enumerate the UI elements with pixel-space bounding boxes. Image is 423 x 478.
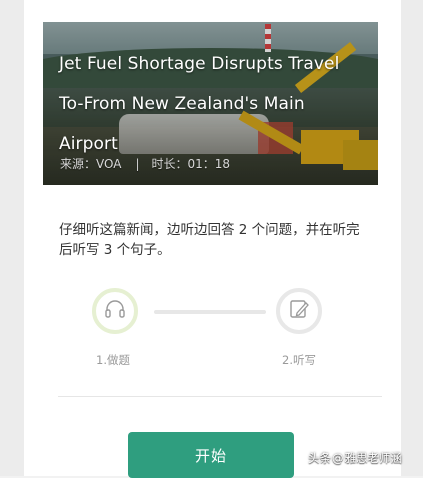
source-watermark: 头条 @ 雅思老师涵 [308, 450, 402, 466]
meta-separator: | [135, 157, 139, 171]
article-title: Jet Fuel Shortage Disrupts Travel To-Fro… [59, 44, 359, 164]
article-cover-image[interactable]: Jet Fuel Shortage Disrupts Travel To-Fro… [43, 22, 378, 185]
step-progress: 1.做题 2.听写 [92, 288, 332, 368]
right-background-strip [401, 0, 423, 476]
step-2-label: 2.听写 [282, 352, 316, 368]
watermark-handle: 雅思老师涵 [345, 450, 403, 466]
task-instruction: 仔细听这篇新闻，边听边回答 2 个问题，并在听完后听写 3 个句子。 [59, 220, 369, 260]
watermark-at: @ [332, 451, 344, 465]
lesson-card: Jet Fuel Shortage Disrupts Travel To-Fro… [24, 0, 401, 476]
step-1-label: 1.做题 [96, 352, 130, 368]
step-connector-line [154, 310, 266, 314]
step-1-circle [92, 288, 138, 334]
headphones-icon [103, 297, 127, 325]
section-divider [58, 396, 382, 397]
left-background-strip [0, 0, 24, 476]
start-button[interactable]: 开始 [128, 432, 294, 478]
watermark-prefix: 头条 [308, 450, 331, 466]
article-duration: 时长：01：18 [152, 155, 231, 172]
article-source: 来源：VOA [60, 155, 121, 172]
article-meta: 来源：VOA | 时长：01：18 [60, 155, 230, 172]
pencil-note-icon [287, 297, 311, 325]
step-2-circle [276, 288, 322, 334]
